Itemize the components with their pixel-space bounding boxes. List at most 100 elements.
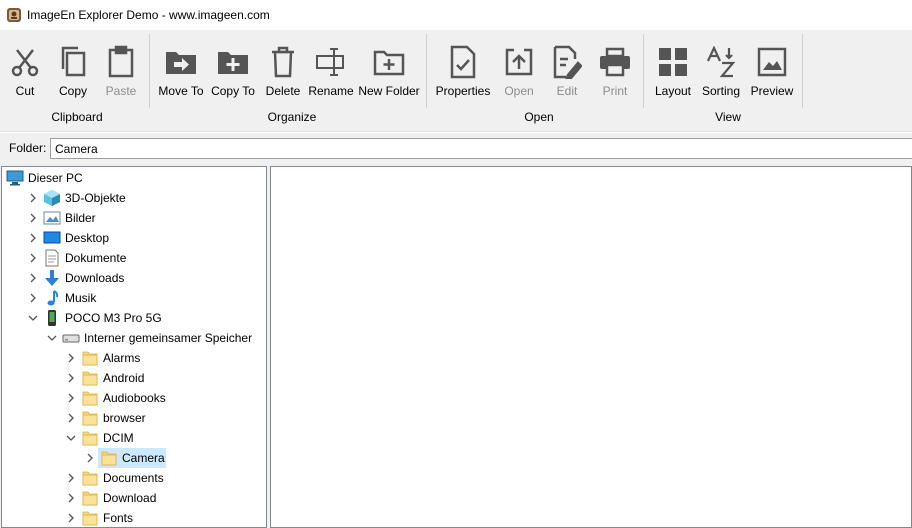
chevron-right-icon[interactable] [66,488,76,508]
preview-button[interactable]: Preview [750,44,794,98]
properties-button[interactable]: Properties [435,44,491,98]
open-button[interactable]: Open [500,44,538,98]
delete-button[interactable]: Delete [264,44,302,98]
chevron-right-icon[interactable] [66,468,76,488]
folder-icon [81,489,99,507]
tree-item[interactable]: Interner gemeinsamer Speicher [2,328,266,348]
folder-icon [81,409,99,427]
tree-item[interactable]: Camera [2,448,266,468]
chevron-right-icon[interactable] [66,388,76,408]
tree-item[interactable]: Fonts [2,508,266,527]
folder-icon [81,389,99,407]
layout-button[interactable]: Layout [653,44,693,98]
new-folder-icon [372,44,406,80]
edit-button[interactable]: Edit [548,44,586,98]
tree-item-label: Alarms [103,351,141,365]
rename-label: Rename [308,84,354,98]
chevron-down-icon[interactable] [66,428,76,448]
tree-item-label: Downloads [65,271,125,285]
tree-item[interactable]: DCIM [2,428,266,448]
tree-item-label: Camera [122,451,165,465]
chevron-right-icon[interactable] [28,228,38,248]
chevron-right-icon[interactable] [28,248,38,268]
ribbon-toolbar: Cut Copy Paste Clipboard Move To Copy To… [0,30,912,132]
copy-to-button[interactable]: Copy To [211,44,255,98]
music-icon [43,289,61,307]
chevron-right-icon[interactable] [28,188,38,208]
new-folder-button[interactable]: New Folder [358,44,420,98]
chevron-right-icon[interactable] [66,348,76,368]
image-preview-icon [755,44,789,80]
rename-icon [314,44,348,80]
copy-to-folder-icon [216,44,250,80]
rename-button[interactable]: Rename [308,44,354,98]
chevron-right-icon[interactable] [66,408,76,428]
copy-to-label: Copy To [211,84,255,98]
tree-item[interactable]: Dokumente [2,248,266,268]
folder-icon [81,509,99,527]
chevron-right-icon[interactable] [28,268,38,288]
trash-icon [266,44,300,80]
tree-item[interactable]: POCO M3 Pro 5G [2,308,266,328]
copy-button[interactable]: Copy [54,44,92,98]
documents-icon [43,249,61,267]
group-separator [802,34,803,108]
tree-item-label: Musik [65,291,97,305]
group-label-organize: Organize [267,110,317,124]
tree-item[interactable]: Alarms [2,348,266,368]
tree-item[interactable]: 3D-Objekte [2,188,266,208]
folder-tree[interactable]: Dieser PC 3D-Objekte Bilder Desktop Dokument… [1,166,267,528]
title-bar: ImageEn Explorer Demo - www.imageen.com [0,0,912,30]
properties-icon [446,44,480,80]
tree-item[interactable]: Desktop [2,228,266,248]
chevron-down-icon[interactable] [28,308,38,328]
tree-item[interactable]: Android [2,368,266,388]
chevron-right-icon[interactable] [66,368,76,388]
tree-item[interactable]: Downloads [2,268,266,288]
tree-item-label: Dokumente [65,251,127,265]
delete-label: Delete [265,84,301,98]
3d-objects-icon [43,189,61,207]
chevron-down-icon[interactable] [47,328,57,348]
print-button[interactable]: Print [596,44,634,98]
edit-label: Edit [556,84,578,98]
group-separator [426,34,427,108]
cut-button[interactable]: Cut [6,44,44,98]
edit-document-icon [550,44,584,80]
chevron-right-icon[interactable] [85,448,95,468]
tree-item[interactable]: browser [2,408,266,428]
chevron-right-icon[interactable] [66,508,76,527]
group-label-open: Open [524,110,554,124]
tree-item-label: Dieser PC [28,171,83,185]
sorting-label: Sorting [701,84,741,98]
copy-icon [56,44,90,80]
tree-item[interactable]: Dieser PC [2,168,266,188]
tree-item-label: Desktop [65,231,110,245]
phone-icon [43,309,61,327]
open-icon [502,44,536,80]
sorting-button[interactable]: Sorting [700,44,742,98]
tree-item-label: Interner gemeinsamer Speicher [84,331,253,345]
folder-icon [81,469,99,487]
move-to-label: Move To [158,84,204,98]
chevron-right-icon[interactable] [28,208,38,228]
move-to-button[interactable]: Move To [158,44,204,98]
move-to-folder-icon [164,44,198,80]
file-list-panel[interactable] [270,166,912,528]
tree-item[interactable]: Audiobooks [2,388,266,408]
folder-path-input[interactable] [50,138,912,159]
layout-label: Layout [654,84,692,98]
tree-item[interactable]: Musik [2,288,266,308]
chevron-right-icon[interactable] [28,288,38,308]
printer-icon [598,44,632,80]
tree-item[interactable]: Download [2,488,266,508]
folder-label: Folder: [9,141,47,155]
tree-item-label: Download [103,491,157,505]
tree-item[interactable]: Bilder [2,208,266,228]
pictures-icon [43,209,61,227]
tree-item[interactable]: Documents [2,468,266,488]
drive-icon [62,329,80,347]
open-label: Open [504,84,534,98]
properties-label: Properties [435,84,491,98]
paste-button[interactable]: Paste [102,44,140,98]
